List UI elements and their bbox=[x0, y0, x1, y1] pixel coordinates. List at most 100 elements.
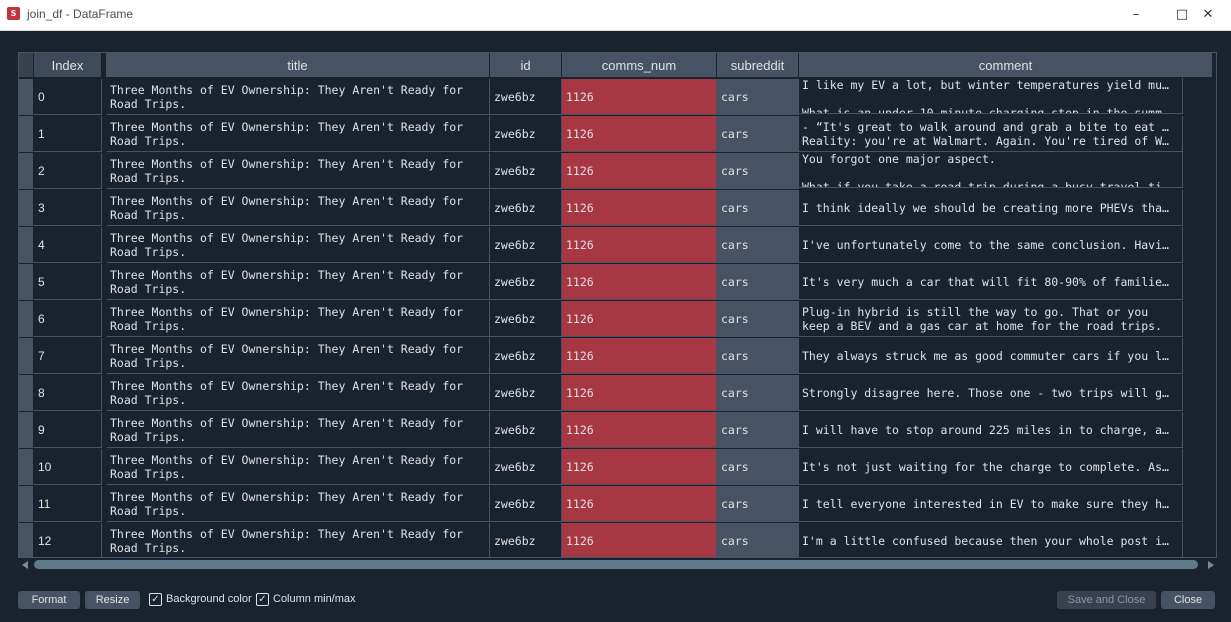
horizontal-scroll-thumb[interactable] bbox=[34, 560, 1198, 569]
subreddit-cell[interactable]: cars bbox=[717, 79, 799, 115]
table-corner[interactable] bbox=[19, 53, 34, 77]
comms-num-cell[interactable]: 1126 bbox=[562, 190, 717, 226]
row-index[interactable]: 4 bbox=[34, 227, 102, 263]
row-index[interactable]: 2 bbox=[34, 153, 102, 189]
comms-num-cell[interactable]: 1126 bbox=[562, 116, 717, 152]
table-row[interactable]: 12 Three Months of EV Ownership: They Are… bbox=[19, 523, 1199, 557]
comment-cell[interactable]: I tell everyone interested in EV to make… bbox=[799, 486, 1183, 522]
row-header[interactable] bbox=[19, 449, 34, 485]
background-color-checkbox[interactable]: ✓ bbox=[149, 593, 162, 606]
title-cell[interactable]: Three Months of EV Ownership: They Aren'… bbox=[107, 116, 490, 152]
comms-num-cell[interactable]: 1126 bbox=[562, 375, 717, 411]
subreddit-cell[interactable]: cars bbox=[717, 523, 799, 557]
subreddit-cell[interactable]: cars bbox=[717, 301, 799, 337]
comment-cell[interactable]: It's very much a car that will fit 80-90… bbox=[799, 264, 1183, 300]
format-button[interactable]: Format bbox=[18, 591, 80, 609]
table-row[interactable]: 9 Three Months of EV Ownership: They Aren… bbox=[19, 412, 1199, 449]
save-and-close-button[interactable]: Save and Close bbox=[1057, 591, 1156, 609]
id-cell[interactable]: zwe6bz bbox=[490, 449, 562, 485]
title-cell[interactable]: Three Months of EV Ownership: They Aren'… bbox=[107, 264, 490, 300]
id-cell[interactable]: zwe6bz bbox=[490, 375, 562, 411]
table-row[interactable]: 4 Three Months of EV Ownership: They Aren… bbox=[19, 227, 1199, 264]
close-icon[interactable]: ✕ bbox=[1185, 0, 1231, 30]
horizontal-scrollbar[interactable] bbox=[22, 558, 1214, 572]
comment-cell[interactable]: I think ideally we should be creating mo… bbox=[799, 190, 1183, 226]
subreddit-cell[interactable]: cars bbox=[717, 116, 799, 152]
column-header-id[interactable]: id bbox=[490, 53, 562, 77]
title-cell[interactable]: Three Months of EV Ownership: They Aren'… bbox=[107, 301, 490, 337]
title-cell[interactable]: Three Months of EV Ownership: They Aren'… bbox=[107, 338, 490, 374]
subreddit-cell[interactable]: cars bbox=[717, 264, 799, 300]
comment-cell[interactable]: You forgot one major aspect. What if you… bbox=[799, 152, 1183, 188]
title-cell[interactable]: Three Months of EV Ownership: They Aren'… bbox=[107, 153, 490, 189]
title-cell[interactable]: Three Months of EV Ownership: They Aren'… bbox=[107, 227, 490, 263]
dataframe-table[interactable]: Index title id comms_num subreddit comme… bbox=[18, 52, 1217, 558]
id-cell[interactable]: zwe6bz bbox=[490, 190, 562, 226]
title-cell[interactable]: Three Months of EV Ownership: They Aren'… bbox=[107, 412, 490, 448]
table-row[interactable]: 1 Three Months of EV Ownership: They Aren… bbox=[19, 116, 1199, 153]
table-row[interactable]: 3 Three Months of EV Ownership: They Aren… bbox=[19, 190, 1199, 227]
row-header[interactable] bbox=[19, 301, 34, 337]
row-header[interactable] bbox=[19, 116, 34, 152]
scroll-right-icon[interactable] bbox=[1208, 561, 1214, 569]
comment-cell[interactable]: It's not just waiting for the charge to … bbox=[799, 449, 1183, 485]
id-cell[interactable]: zwe6bz bbox=[490, 153, 562, 189]
table-row[interactable]: 6 Three Months of EV Ownership: They Aren… bbox=[19, 301, 1199, 338]
row-index[interactable]: 5 bbox=[34, 264, 102, 300]
column-header-subreddit[interactable]: subreddit bbox=[717, 53, 799, 77]
comms-num-cell[interactable]: 1126 bbox=[562, 412, 717, 448]
comms-num-cell[interactable]: 1126 bbox=[562, 227, 717, 263]
row-header[interactable] bbox=[19, 338, 34, 374]
id-cell[interactable]: zwe6bz bbox=[490, 486, 562, 522]
table-row[interactable]: 10 Three Months of EV Ownership: They Are… bbox=[19, 449, 1199, 486]
subreddit-cell[interactable]: cars bbox=[717, 449, 799, 485]
comment-cell[interactable]: I will have to stop around 225 miles in … bbox=[799, 412, 1183, 448]
row-index[interactable]: 6 bbox=[34, 301, 102, 337]
title-cell[interactable]: Three Months of EV Ownership: They Aren'… bbox=[107, 523, 490, 557]
comms-num-cell[interactable]: 1126 bbox=[562, 486, 717, 522]
row-header[interactable] bbox=[19, 79, 34, 115]
title-cell[interactable]: Three Months of EV Ownership: They Aren'… bbox=[107, 486, 490, 522]
comms-num-cell[interactable]: 1126 bbox=[562, 449, 717, 485]
row-header[interactable] bbox=[19, 227, 34, 263]
row-index[interactable]: 1 bbox=[34, 116, 102, 152]
table-row[interactable]: 7 Three Months of EV Ownership: They Aren… bbox=[19, 338, 1199, 375]
subreddit-cell[interactable]: cars bbox=[717, 153, 799, 189]
minimize-icon[interactable]: – bbox=[1113, 0, 1159, 30]
id-cell[interactable]: zwe6bz bbox=[490, 338, 562, 374]
comment-cell[interactable]: I've unfortunately come to the same conc… bbox=[799, 227, 1183, 263]
comms-num-cell[interactable]: 1126 bbox=[562, 79, 717, 115]
subreddit-cell[interactable]: cars bbox=[717, 190, 799, 226]
row-index[interactable]: 11 bbox=[34, 486, 102, 522]
comment-cell[interactable]: I like my EV a lot, but winter temperatu… bbox=[799, 78, 1183, 114]
row-index[interactable]: 10 bbox=[34, 449, 102, 485]
comms-num-cell[interactable]: 1126 bbox=[562, 301, 717, 337]
column-header-index[interactable]: Index bbox=[34, 53, 102, 77]
title-cell[interactable]: Three Months of EV Ownership: They Aren'… bbox=[107, 449, 490, 485]
id-cell[interactable]: zwe6bz bbox=[490, 301, 562, 337]
subreddit-cell[interactable]: cars bbox=[717, 412, 799, 448]
column-minmax-checkbox[interactable]: ✓ bbox=[256, 593, 269, 606]
row-index[interactable]: 12 bbox=[34, 523, 102, 557]
row-index[interactable]: 0 bbox=[34, 79, 102, 115]
row-index[interactable]: 8 bbox=[34, 375, 102, 411]
row-header[interactable] bbox=[19, 412, 34, 448]
title-cell[interactable]: Three Months of EV Ownership: They Aren'… bbox=[107, 190, 490, 226]
subreddit-cell[interactable]: cars bbox=[717, 375, 799, 411]
table-row[interactable]: 8 Three Months of EV Ownership: They Aren… bbox=[19, 375, 1199, 412]
comms-num-cell[interactable]: 1126 bbox=[562, 264, 717, 300]
id-cell[interactable]: zwe6bz bbox=[490, 227, 562, 263]
comms-num-cell[interactable]: 1126 bbox=[562, 153, 717, 189]
row-index[interactable]: 3 bbox=[34, 190, 102, 226]
comment-cell[interactable]: Strongly disagree here. Those one - two … bbox=[799, 375, 1183, 411]
id-cell[interactable]: zwe6bz bbox=[490, 412, 562, 448]
title-cell[interactable]: Three Months of EV Ownership: They Aren'… bbox=[107, 79, 490, 115]
row-header[interactable] bbox=[19, 523, 34, 557]
subreddit-cell[interactable]: cars bbox=[717, 338, 799, 374]
title-cell[interactable]: Three Months of EV Ownership: They Aren'… bbox=[107, 375, 490, 411]
subreddit-cell[interactable]: cars bbox=[717, 227, 799, 263]
comment-cell[interactable]: Plug-in hybrid is still the way to go. T… bbox=[799, 301, 1183, 337]
id-cell[interactable]: zwe6bz bbox=[490, 523, 562, 557]
row-index[interactable]: 9 bbox=[34, 412, 102, 448]
id-cell[interactable]: zwe6bz bbox=[490, 79, 562, 115]
